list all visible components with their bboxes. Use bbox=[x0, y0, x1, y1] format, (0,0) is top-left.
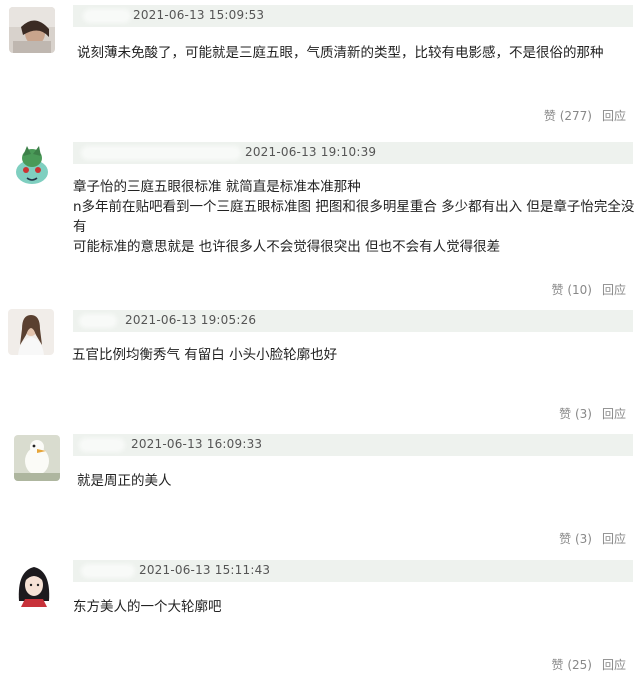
comment-line: 东方美人的一个大轮廓吧 bbox=[73, 599, 222, 615]
reply-button[interactable]: 回应 bbox=[602, 658, 626, 672]
avatar[interactable] bbox=[11, 561, 57, 607]
like-button[interactable]: 赞 (3) bbox=[559, 532, 592, 546]
comment-header: 2021-06-13 19:05:26 bbox=[73, 310, 633, 332]
like-button[interactable]: 赞 (277) bbox=[544, 109, 592, 123]
avatar[interactable] bbox=[14, 435, 60, 481]
timestamp: 2021-06-13 15:09:53 bbox=[133, 8, 265, 22]
comment-text: 就是周正的美人 bbox=[77, 471, 172, 491]
comment-line: n多年前在贴吧看到一个三庭五眼标准图 把图和很多明星重合 多少都有出入 但是章子… bbox=[73, 199, 635, 235]
comment-line: 章子怡的三庭五眼很标准 就简直是标准本准那种 bbox=[73, 179, 361, 195]
comment-line: 可能标准的意思就是 也许很多人不会觉得很突出 但也不会有人觉得很差 bbox=[73, 239, 501, 255]
username-redacted[interactable] bbox=[81, 564, 135, 578]
reply-button[interactable]: 回应 bbox=[602, 407, 626, 421]
reply-button[interactable]: 回应 bbox=[602, 109, 626, 123]
comment-header: 2021-06-13 15:11:43 bbox=[73, 560, 633, 582]
comment-actions: 赞 (25) 回应 bbox=[552, 656, 626, 673]
comment-actions: 赞 (277) 回应 bbox=[544, 107, 626, 124]
timestamp: 2021-06-13 16:09:33 bbox=[131, 437, 263, 451]
comment-text: 章子怡的三庭五眼很标准 就简直是标准本准那种 n多年前在贴吧看到一个三庭五眼标准… bbox=[73, 177, 640, 257]
comment-actions: 赞 (3) 回应 bbox=[559, 530, 626, 547]
reply-button[interactable]: 回应 bbox=[602, 283, 626, 297]
avatar[interactable] bbox=[8, 309, 54, 355]
comment-item: 2021-06-13 16:09:33 就是周正的美人 赞 (3) 回应 bbox=[0, 432, 640, 550]
comment-actions: 赞 (10) 回应 bbox=[552, 281, 626, 298]
username-redacted[interactable] bbox=[79, 438, 125, 452]
comment-item: 2021-06-13 15:11:43 东方美人的一个大轮廓吧 赞 (25) 回应 bbox=[0, 558, 640, 678]
comment-header: 2021-06-13 15:09:53 bbox=[73, 5, 633, 27]
avatar[interactable] bbox=[9, 7, 55, 53]
like-button[interactable]: 赞 (3) bbox=[559, 407, 592, 421]
timestamp: 2021-06-13 19:10:39 bbox=[245, 145, 377, 159]
username-redacted[interactable] bbox=[83, 9, 131, 23]
reply-button[interactable]: 回应 bbox=[602, 532, 626, 546]
comment-line: 就是周正的美人 bbox=[77, 473, 172, 489]
username-redacted[interactable] bbox=[81, 146, 241, 160]
comment-text: 五官比例均衡秀气 有留白 小头小脸轮廓也好 bbox=[72, 345, 337, 365]
comment-item: 2021-06-13 19:10:39 章子怡的三庭五眼很标准 就简直是标准本准… bbox=[0, 138, 640, 298]
comment-header: 2021-06-13 19:10:39 bbox=[73, 142, 633, 164]
comment-line: 说刻薄未免酸了，可能就是三庭五眼，气质清新的类型，比较有电影感，不是很俗的那种 bbox=[77, 45, 604, 61]
timestamp: 2021-06-13 15:11:43 bbox=[139, 563, 271, 577]
like-button[interactable]: 赞 (10) bbox=[552, 283, 592, 297]
comment-item: 2021-06-13 19:05:26 五官比例均衡秀气 有留白 小头小脸轮廓也… bbox=[0, 306, 640, 428]
comment-line: 五官比例均衡秀气 有留白 小头小脸轮廓也好 bbox=[72, 347, 338, 363]
comment-actions: 赞 (3) 回应 bbox=[559, 405, 626, 422]
comment-item: 2021-06-13 15:09:53 说刻薄未免酸了，可能就是三庭五眼，气质清… bbox=[0, 0, 640, 128]
comment-header: 2021-06-13 16:09:33 bbox=[73, 434, 633, 456]
username-redacted[interactable] bbox=[79, 314, 117, 328]
like-button[interactable]: 赞 (25) bbox=[552, 658, 592, 672]
avatar[interactable] bbox=[9, 142, 55, 188]
timestamp: 2021-06-13 19:05:26 bbox=[125, 313, 257, 327]
comment-text: 东方美人的一个大轮廓吧 bbox=[73, 597, 222, 617]
comment-text: 说刻薄未免酸了，可能就是三庭五眼，气质清新的类型，比较有电影感，不是很俗的那种 bbox=[77, 43, 604, 63]
